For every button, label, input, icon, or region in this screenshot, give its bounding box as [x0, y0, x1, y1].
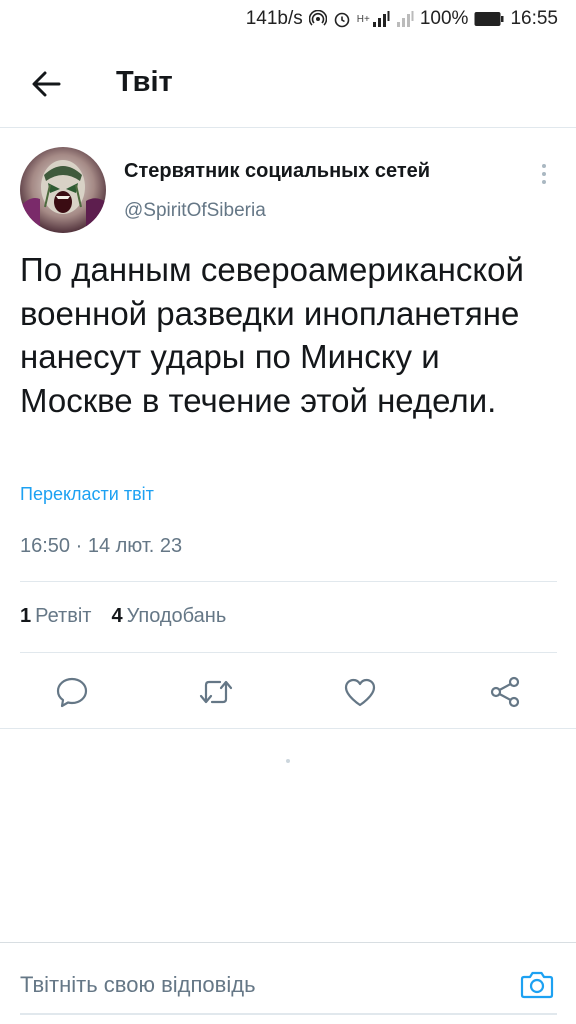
- likes-stat[interactable]: 4 Уподобань: [111, 605, 226, 628]
- reply-icon: [56, 677, 88, 708]
- status-icons: 141b/s H+ 100% 16:55: [246, 8, 558, 30]
- battery-icon: [474, 11, 504, 27]
- arrow-left-icon: [32, 71, 61, 97]
- signal-icon: [372, 11, 390, 27]
- page-title: Твіт: [116, 66, 173, 98]
- tweet-text: По данным североамериканской военной раз…: [20, 251, 524, 419]
- alarm-icon: [333, 10, 351, 28]
- loading-indicator: [286, 759, 290, 763]
- author-handle[interactable]: @SpiritOfSiberia: [124, 200, 266, 222]
- status-bar: 141b/s H+ 100% 16:55: [0, 0, 576, 40]
- app-header: Твіт: [0, 40, 576, 128]
- reply-input[interactable]: [20, 967, 500, 1003]
- reply-underline: [20, 1013, 557, 1015]
- retweets-label: Ретвіт: [35, 605, 92, 627]
- retweet-button[interactable]: [196, 672, 236, 712]
- translate-link[interactable]: Перекласти твіт: [20, 484, 154, 505]
- divider: [20, 652, 557, 653]
- reply-button[interactable]: [52, 672, 92, 712]
- tweet-stats: 1 Ретвіт 4 Уподобань: [20, 605, 226, 628]
- retweets-count: 1: [20, 605, 32, 627]
- retweets-stat[interactable]: 1 Ретвіт: [20, 605, 91, 628]
- share-button[interactable]: [485, 672, 525, 712]
- camera-icon: [520, 971, 554, 999]
- share-icon: [490, 676, 520, 708]
- signal-icon-2: [396, 11, 414, 27]
- retweet-icon: [199, 680, 233, 704]
- like-button[interactable]: [340, 672, 380, 712]
- back-button[interactable]: [24, 64, 68, 104]
- likes-label: Уподобань: [126, 605, 227, 627]
- hotspot-icon: [308, 10, 327, 28]
- likes-count: 4: [111, 605, 123, 627]
- network-speed: 141b/s: [245, 8, 303, 29]
- author-name[interactable]: Стервятник социальных сетей: [124, 160, 430, 183]
- divider: [0, 728, 576, 729]
- more-vertical-icon[interactable]: [532, 160, 556, 188]
- status-time: 16:55: [510, 8, 558, 29]
- battery-percent: 100%: [419, 8, 469, 29]
- network-type: H+: [356, 13, 370, 25]
- tweet-timestamp: 16:50 · 14 лют. 23: [20, 535, 183, 557]
- reply-bar: [0, 943, 576, 1024]
- avatar[interactable]: [20, 147, 106, 233]
- like-icon: [344, 678, 376, 707]
- camera-button[interactable]: [518, 965, 556, 1003]
- divider: [20, 581, 557, 582]
